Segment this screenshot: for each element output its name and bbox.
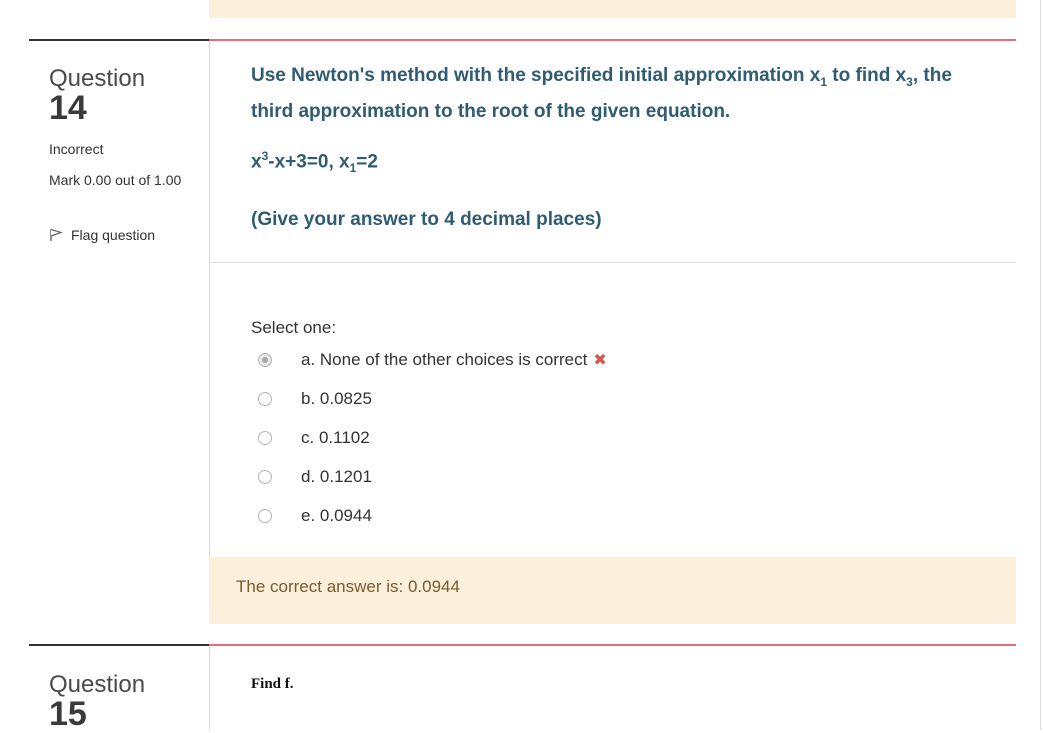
question-14-left-border: [209, 41, 210, 561]
answer-option-e[interactable]: e. 0.0944: [258, 506, 372, 526]
question-15-left-border: [209, 646, 210, 730]
question-number: 15: [49, 695, 87, 733]
flag-question-link[interactable]: Flag question: [49, 227, 155, 243]
question-label: Question: [49, 65, 146, 92]
radio-a[interactable]: [258, 353, 272, 367]
question-prompt: Use Newton's method with the specified i…: [251, 65, 952, 122]
question-label: Question: [49, 671, 146, 698]
option-b-label: b. 0.0825: [301, 389, 372, 408]
formulation-divider: [210, 262, 1016, 263]
page-right-border: [1040, 0, 1041, 730]
question-14-top-rule: [209, 39, 1016, 41]
question-instruction: (Give your answer to 4 decimal places): [251, 209, 602, 230]
previous-feedback-panel: [209, 0, 1016, 18]
option-e-label: e. 0.0944: [301, 506, 372, 525]
radio-e[interactable]: [258, 509, 272, 523]
correct-answer-text: The correct answer is: 0.0944: [236, 577, 460, 596]
option-d-label: d. 0.1201: [301, 467, 372, 486]
flag-icon: [50, 228, 63, 241]
question-15-info: Question 15: [29, 644, 209, 732]
question-equation: x3-x+3=0, x1=2: [251, 149, 378, 176]
answer-option-b[interactable]: b. 0.0825: [258, 389, 372, 409]
question-state: Incorrect: [49, 141, 104, 157]
radio-d[interactable]: [258, 470, 272, 484]
radio-c[interactable]: [258, 431, 272, 445]
answer-option-d[interactable]: d. 0.1201: [258, 467, 372, 487]
option-a-label: a. None of the other choices is correct: [301, 350, 588, 369]
answer-option-a[interactable]: a. None of the other choices is correct ✖: [258, 350, 607, 370]
radio-b[interactable]: [258, 392, 272, 406]
question-14-info: Question 14 Incorrect Mark 0.00 out of 1…: [29, 39, 209, 301]
question-grade: Mark 0.00 out of 1.00: [49, 172, 182, 188]
question-15-top-rule: [209, 644, 1016, 646]
feedback-panel: The correct answer is: 0.0944: [209, 557, 1016, 624]
answer-option-c[interactable]: c. 0.1102: [258, 428, 370, 448]
question-number: 14: [49, 89, 87, 127]
incorrect-x-icon: ✖: [593, 352, 607, 369]
select-one-label: Select one:: [251, 318, 337, 337]
question-15-text: Find f.: [251, 676, 294, 692]
flag-question-label: Flag question: [71, 227, 156, 243]
option-c-label: c. 0.1102: [301, 428, 370, 447]
